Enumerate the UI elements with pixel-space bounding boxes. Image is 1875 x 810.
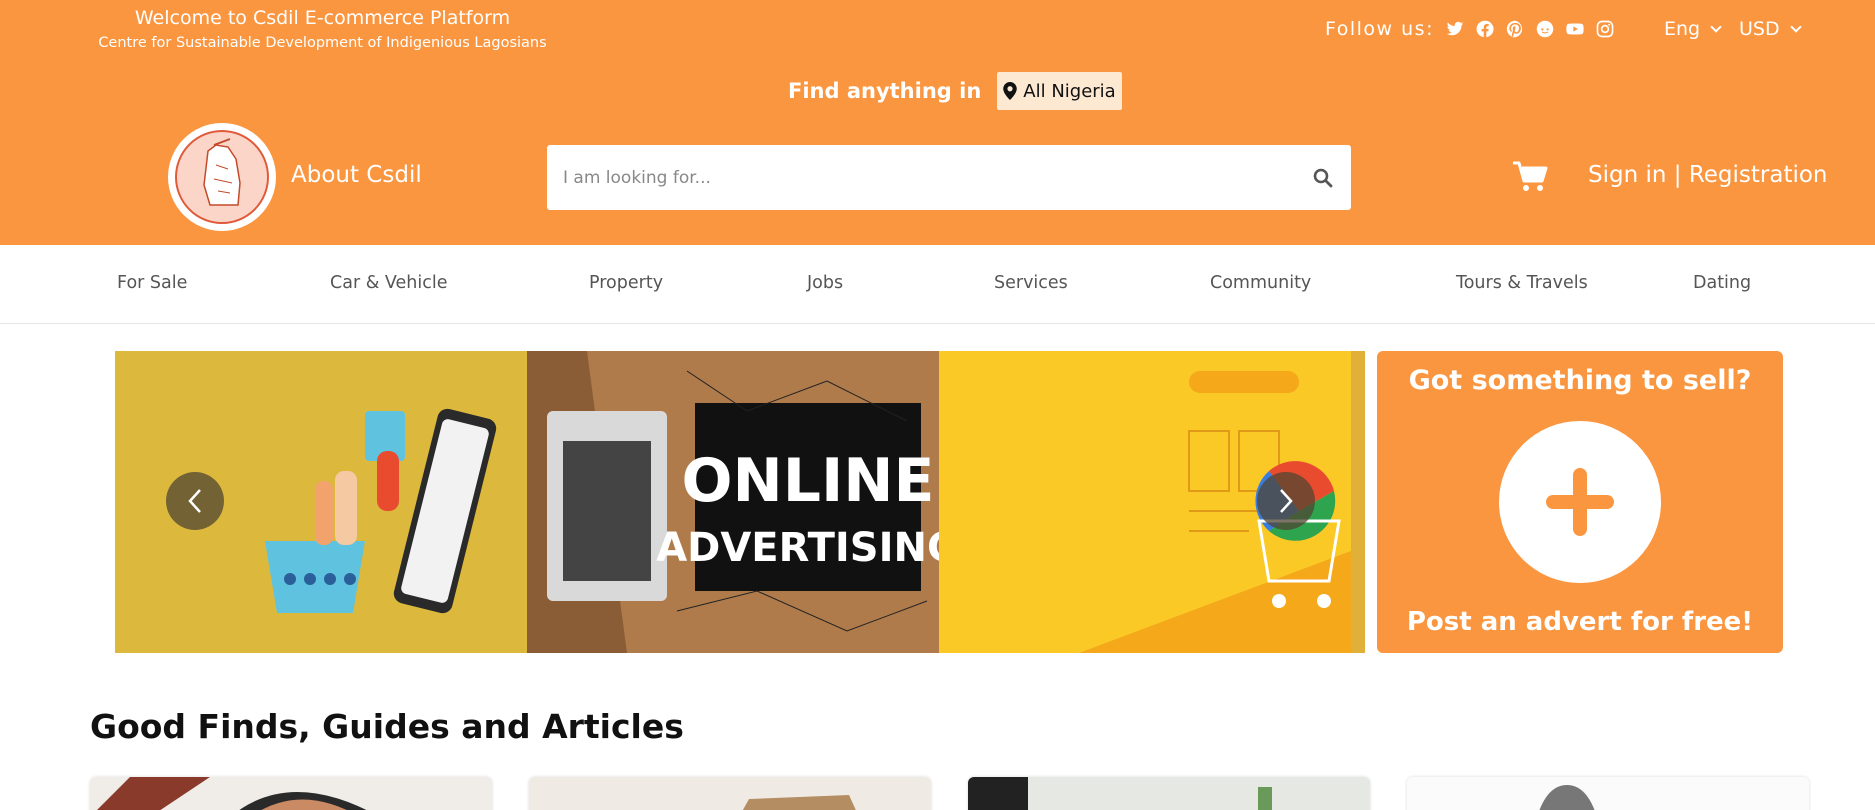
twitter-icon[interactable] [1444, 18, 1466, 40]
plus-icon [1546, 468, 1614, 536]
slide-text-online: ONLINE [682, 446, 935, 516]
article-image [968, 777, 1370, 810]
search-input[interactable] [547, 145, 1295, 210]
site-logo[interactable] [168, 123, 276, 231]
slide-text-advertising: ADVERTISING [656, 525, 939, 571]
article-card[interactable] [968, 777, 1370, 810]
chevron-right-icon [1280, 489, 1293, 513]
facebook-icon[interactable] [1474, 18, 1496, 40]
chevron-down-icon [1710, 20, 1722, 33]
location-value: All Nigeria [1023, 80, 1116, 102]
nav-item-community[interactable]: Community [1210, 273, 1311, 293]
welcome-subtitle: Centre for Sustainable Development of In… [98, 35, 547, 51]
follow-us: Follow us: [1325, 18, 1624, 40]
post-advert-link[interactable]: Post an advert for free! [1377, 607, 1783, 637]
article-card[interactable] [90, 777, 492, 810]
social-links [1444, 18, 1624, 40]
reddit-icon[interactable] [1534, 18, 1556, 40]
pinterest-icon[interactable] [1504, 18, 1526, 40]
welcome-block: Welcome to Csdil E-commerce Platform Cen… [90, 6, 555, 53]
csdil-logo [175, 130, 269, 224]
cart-icon [1513, 161, 1548, 191]
currency-select[interactable]: USD [1739, 18, 1802, 40]
article-image [529, 777, 931, 810]
chevron-left-icon [188, 489, 201, 513]
cart-button[interactable] [1512, 160, 1548, 194]
search-icon [1313, 168, 1333, 187]
slide-google-cart [939, 351, 1351, 653]
nav-item-for-sale[interactable]: For Sale [117, 273, 187, 293]
find-location: Find anything in All Nigeria [788, 72, 1122, 110]
instagram-icon[interactable] [1594, 18, 1616, 40]
article-image [1407, 777, 1809, 810]
location-select[interactable]: All Nigeria [997, 72, 1122, 110]
slide-online-advertising: ONLINE ADVERTISING [527, 351, 939, 653]
nav-item-jobs[interactable]: Jobs [807, 273, 843, 293]
youtube-icon[interactable] [1564, 18, 1586, 40]
language-value: Eng [1664, 18, 1701, 40]
nav-item-dating[interactable]: Dating [1693, 273, 1751, 293]
sell-title: Got something to sell? [1408, 365, 1752, 396]
carousel-prev-button[interactable] [166, 472, 224, 530]
article-image [90, 777, 492, 810]
article-card[interactable] [529, 777, 931, 810]
post-advert-button[interactable] [1499, 421, 1661, 583]
post-advert-box: Got something to sell? Post an advert fo… [1377, 351, 1783, 653]
banner-carousel: ONLINE ADVERTISING [115, 351, 1365, 653]
online-advertising-illustration: ONLINE ADVERTISING [527, 351, 939, 653]
slide-partial [1351, 351, 1365, 653]
currency-value: USD [1739, 18, 1780, 40]
site-header: Welcome to Csdil E-commerce Platform Cen… [0, 0, 1875, 245]
category-nav: For Sale Car & Vehicle Property Jobs Ser… [0, 245, 1875, 324]
follow-label: Follow us: [1325, 18, 1434, 40]
chevron-down-icon [1789, 20, 1802, 33]
nav-item-tours-travels[interactable]: Tours & Travels [1456, 273, 1588, 293]
article-card[interactable] [1407, 777, 1809, 810]
nav-item-services[interactable]: Services [994, 273, 1068, 293]
about-link[interactable]: About Csdil [291, 162, 422, 188]
slide-shopping-basket [115, 351, 527, 653]
article-cards [90, 777, 1810, 810]
nav-item-property[interactable]: Property [589, 273, 663, 293]
map-pin-icon [1003, 82, 1018, 100]
search-bar [547, 145, 1351, 210]
articles-section-title: Good Finds, Guides and Articles [90, 707, 684, 746]
nav-item-car-vehicle[interactable]: Car & Vehicle [330, 273, 448, 293]
search-button[interactable] [1295, 145, 1351, 210]
language-select[interactable]: Eng [1664, 18, 1722, 40]
signin-registration-link[interactable]: Sign in | Registration [1588, 162, 1828, 188]
carousel-next-button[interactable] [1257, 472, 1315, 530]
welcome-title: Welcome to Csdil E-commerce Platform [134, 7, 511, 29]
find-label: Find anything in [788, 79, 982, 103]
